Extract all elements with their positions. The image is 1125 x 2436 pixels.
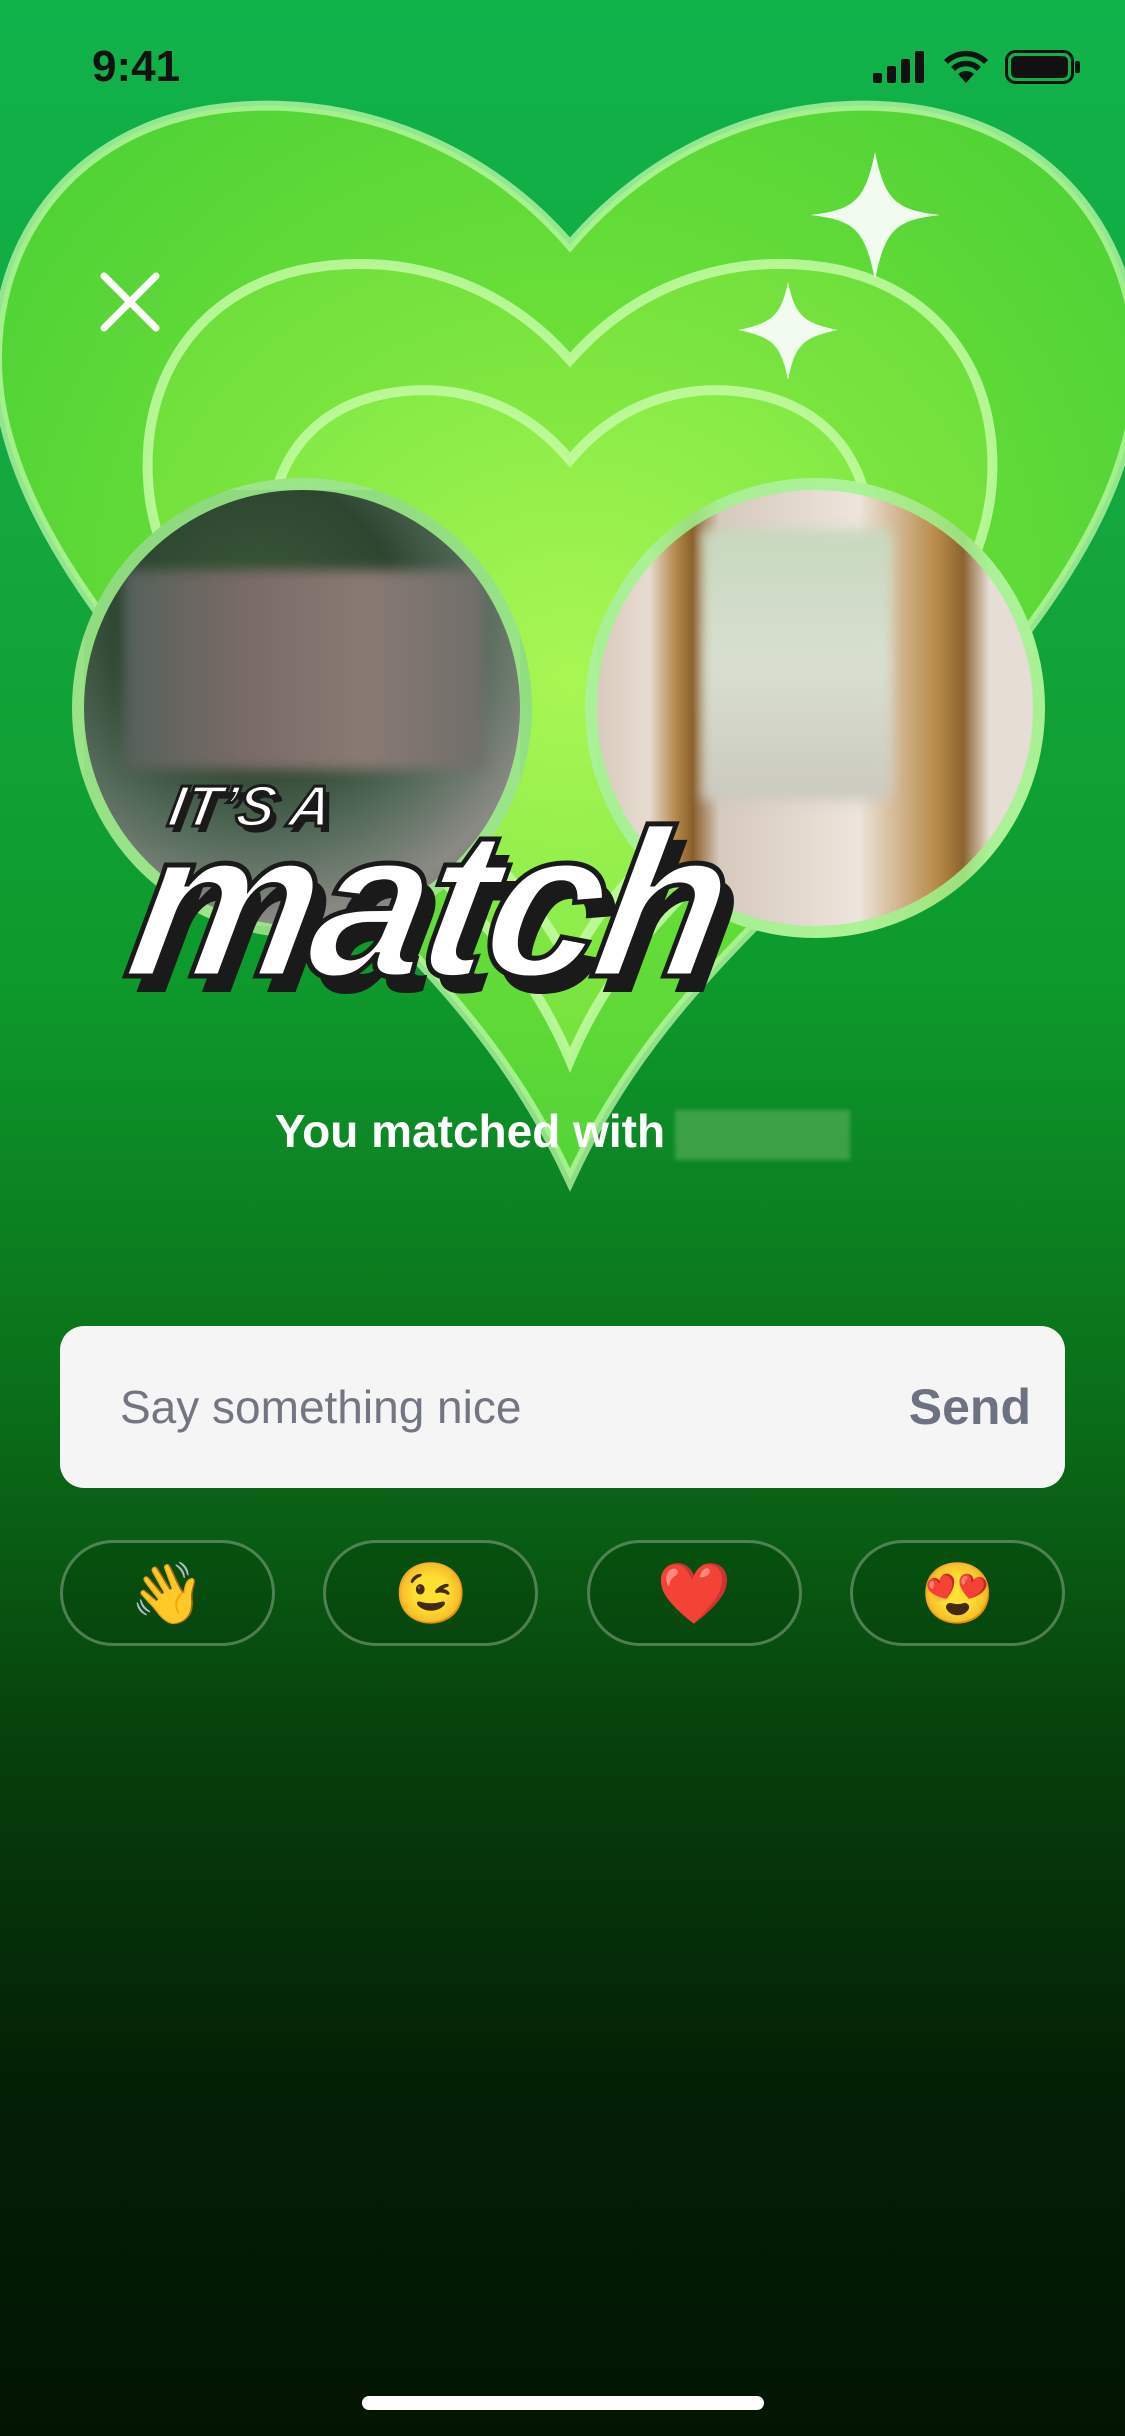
send-button[interactable]: Send [909,1378,1031,1436]
close-icon [100,272,160,332]
its-a-match-title: IT’S A IT’S A match match [120,773,755,1020]
emoji-button-red-heart[interactable]: ❤️ [586,1540,802,1646]
match-name-blurred [675,1109,851,1160]
face-blur [124,570,484,770]
close-button[interactable] [90,262,170,342]
emoji-button-waving-hand[interactable]: 👋 [60,1540,275,1646]
message-input[interactable] [120,1380,909,1434]
emoji-reactions: 👋 😉 ❤️ 😍 [60,1540,1065,1646]
matched-with-label: You matched with [274,1105,666,1157]
matched-with-text: You matched with [0,1104,1125,1160]
title-line2: match [120,785,744,1020]
home-indicator[interactable] [362,2396,764,2410]
emoji-button-heart-eyes[interactable]: 😍 [849,1540,1065,1646]
message-composer: Send [60,1326,1065,1488]
emoji-button-winking-face[interactable]: 😉 [323,1540,539,1646]
face-blur [702,530,892,800]
